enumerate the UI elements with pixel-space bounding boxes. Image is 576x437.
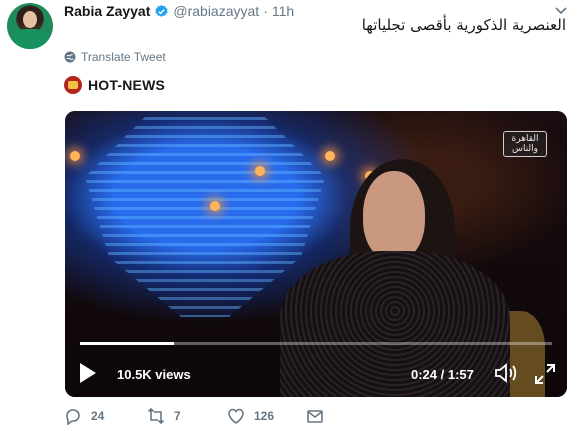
video-player[interactable]: القاهرة والناس 10.5K views 0:24 / 1:57 <box>65 111 567 397</box>
volume-icon[interactable] <box>494 362 520 384</box>
chevron-down-icon[interactable] <box>555 6 567 16</box>
avatar[interactable] <box>7 3 53 49</box>
video-progress-fill <box>80 342 175 345</box>
tweet-header: Rabia Zayyat @rabiazayyat · 11h <box>64 2 294 20</box>
retweet-icon <box>147 407 165 425</box>
source-name: HOT-NEWS <box>88 77 166 93</box>
source-logo <box>64 76 82 94</box>
retweet-count: 7 <box>174 409 181 423</box>
heart-icon <box>228 408 244 424</box>
channel-logo: القاهرة والناس <box>503 131 547 157</box>
fullscreen-icon[interactable] <box>534 363 556 385</box>
reply-button[interactable]: 24 <box>64 407 104 425</box>
play-icon[interactable] <box>78 361 98 385</box>
author-handle[interactable]: @rabiazayyat <box>173 3 259 19</box>
tweet-text: العنصرية الذكورية بأقصى تجلياتها <box>361 16 566 34</box>
translate-tweet-link[interactable]: Translate Tweet <box>64 50 166 64</box>
tweet-time[interactable]: 11h <box>272 3 294 19</box>
translate-label: Translate Tweet <box>81 50 166 64</box>
direct-message-button[interactable] <box>306 407 333 425</box>
author-name[interactable]: Rabia Zayyat <box>64 3 150 19</box>
globe-icon <box>64 51 76 63</box>
video-time: 0:24 / 1:57 <box>411 367 474 382</box>
tweet-actions: 24 7 126 <box>64 407 364 429</box>
like-button[interactable]: 126 <box>227 407 274 425</box>
video-source[interactable]: HOT-NEWS <box>64 76 165 94</box>
reply-count: 24 <box>91 409 105 423</box>
like-count: 126 <box>254 409 275 423</box>
separator-dot: · <box>263 3 268 19</box>
video-progress-bar[interactable] <box>80 342 552 345</box>
tweet: Rabia Zayyat @rabiazayyat · 11h العنصرية… <box>0 0 576 437</box>
envelope-icon <box>307 410 323 423</box>
retweet-button[interactable]: 7 <box>147 407 181 425</box>
reply-icon <box>66 409 80 425</box>
verified-badge-icon <box>155 4 168 17</box>
view-count: 10.5K views <box>117 367 191 382</box>
